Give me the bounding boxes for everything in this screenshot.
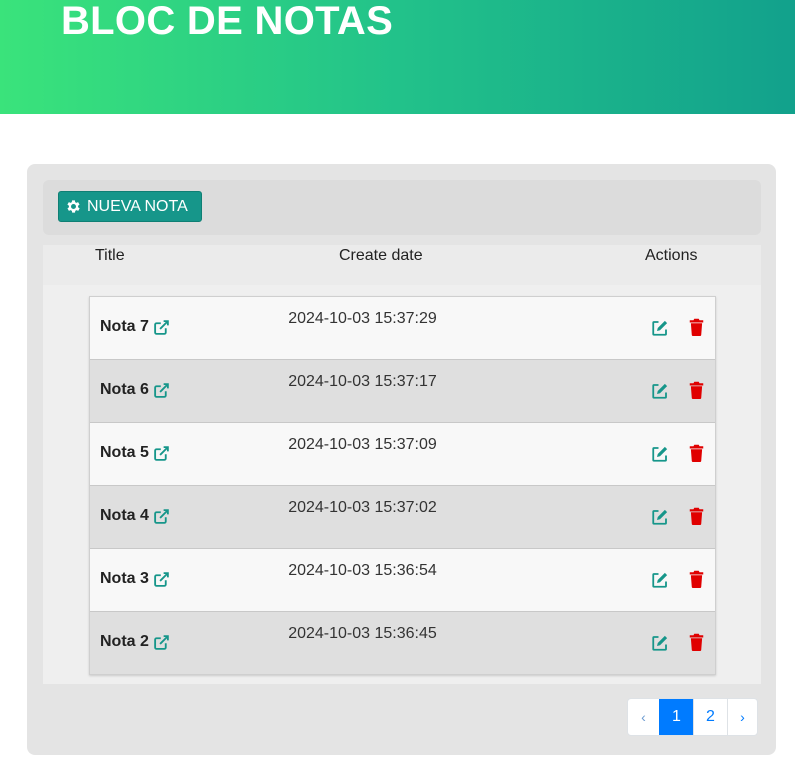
trash-icon[interactable] (689, 381, 704, 399)
trash-icon[interactable] (689, 318, 704, 336)
edit-icon[interactable] (651, 319, 669, 337)
gear-icon (67, 200, 80, 213)
note-create-date: 2024-10-03 15:37:02 (288, 499, 437, 516)
app-header: BLOC DE NOTAS (0, 0, 795, 114)
new-note-label: NUEVA NOTA (87, 197, 188, 215)
trash-icon[interactable] (689, 444, 704, 462)
column-actions: Actions (645, 247, 698, 264)
pagination-next[interactable]: › (727, 699, 757, 735)
new-note-button[interactable]: NUEVA NOTA (58, 191, 202, 222)
column-create-date: Create date (339, 247, 423, 264)
table-row: Nota 6 2024-10-03 15:37:17 (90, 360, 715, 423)
table-row: Nota 4 2024-10-03 15:37:02 (90, 486, 715, 549)
trash-icon[interactable] (689, 633, 704, 651)
pagination: ‹ 1 2 › (627, 698, 758, 736)
toolbar: NUEVA NOTA (43, 180, 761, 235)
note-create-date: 2024-10-03 15:36:45 (288, 625, 437, 642)
trash-icon[interactable] (689, 507, 704, 525)
table-body: Nota 7 2024-10-03 15:37:29 Nota 6 2024-1… (89, 296, 716, 675)
edit-icon[interactable] (651, 508, 669, 526)
edit-icon[interactable] (651, 382, 669, 400)
note-create-date: 2024-10-03 15:36:54 (288, 562, 437, 579)
note-create-date: 2024-10-03 15:37:17 (288, 373, 437, 390)
edit-icon[interactable] (651, 634, 669, 652)
pagination-prev[interactable]: ‹ (628, 699, 659, 735)
table-row: Nota 7 2024-10-03 15:37:29 (90, 297, 715, 360)
notes-table: Title Create date Actions Nota 7 2024-10… (43, 245, 761, 684)
note-create-date: 2024-10-03 15:37:09 (288, 436, 437, 453)
edit-icon[interactable] (651, 571, 669, 589)
pagination-page-1[interactable]: 1 (659, 699, 693, 735)
column-title: Title (95, 247, 125, 264)
notes-card: NUEVA NOTA Title Create date Actions Not… (27, 164, 776, 755)
edit-icon[interactable] (651, 445, 669, 463)
page-title: BLOC DE NOTAS (61, 0, 394, 43)
pagination-page-2[interactable]: 2 (693, 699, 727, 735)
table-row: Nota 3 2024-10-03 15:36:54 (90, 549, 715, 612)
trash-icon[interactable] (689, 570, 704, 588)
table-row: Nota 2 2024-10-03 15:36:45 (90, 612, 715, 674)
note-create-date: 2024-10-03 15:37:29 (288, 310, 437, 327)
table-header: Title Create date Actions (43, 245, 761, 285)
table-row: Nota 5 2024-10-03 15:37:09 (90, 423, 715, 486)
